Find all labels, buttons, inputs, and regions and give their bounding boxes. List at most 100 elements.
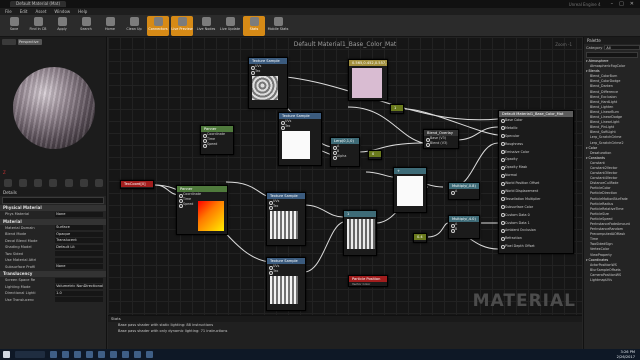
mail-icon[interactable] — [98, 351, 105, 358]
detail-value-field[interactable]: 1.0 — [55, 290, 103, 296]
pin-speed[interactable]: Speed — [201, 142, 233, 148]
result-pin[interactable]: Emissive Color — [499, 149, 573, 157]
taskbar-search-box[interactable] — [15, 351, 45, 358]
node-texture-sample-2[interactable]: Texture Sample UVs Tex — [278, 112, 322, 166]
menu-file[interactable]: File — [5, 9, 12, 14]
result-pin[interactable]: Roughness — [499, 141, 573, 149]
result-pin[interactable]: Tessellation Multiplier — [499, 196, 573, 204]
result-pin[interactable]: Opacity — [499, 156, 573, 164]
result-pin[interactable]: Opacity Mask — [499, 164, 573, 172]
pin-alpha[interactable]: Alpha — [331, 154, 359, 160]
node-multiply-1[interactable]: Multiply(,0.8) A — [448, 182, 480, 200]
detail-value-field[interactable]: Opaque — [55, 231, 103, 237]
node-lerp[interactable]: Lerp(0,1,0) A B Alpha — [330, 137, 360, 167]
detail-value-field[interactable] — [55, 251, 103, 257]
result-pin[interactable]: Subsurface Color — [499, 204, 573, 212]
toolbar-button-live-nodes[interactable]: Live Nodes — [195, 16, 217, 36]
detail-value-field[interactable] — [55, 257, 103, 263]
app-icon[interactable] — [146, 351, 153, 358]
result-pin[interactable]: Refraction — [499, 235, 573, 243]
toolbar-button-save[interactable]: Save — [3, 16, 25, 36]
node-multiply-2[interactable]: Multiply(,4.0) A B — [448, 215, 480, 239]
close-icon[interactable]: ✕ — [630, 1, 634, 7]
toolbar-button-live-preview[interactable]: Live Preview — [171, 15, 193, 36]
pin-tex[interactable]: Tex — [249, 69, 287, 75]
toolbar-button-home[interactable]: Home — [99, 16, 121, 36]
node-texture-sample-3[interactable]: Texture Sample UVs Tex — [266, 192, 306, 246]
node-panner-1[interactable]: Panner Coordinate Time Speed — [200, 125, 234, 155]
toolbar-button-find-in-cb[interactable]: Find in CB — [27, 16, 49, 36]
realtime-toggle-icon[interactable] — [95, 179, 104, 187]
menu-asset[interactable]: Asset — [35, 9, 46, 14]
detail-value-field[interactable]: Translucent — [55, 238, 103, 244]
store-icon[interactable] — [86, 351, 93, 358]
chrome-icon[interactable] — [110, 351, 117, 358]
maximize-icon[interactable]: □ — [619, 1, 624, 7]
cylinder-preview-icon[interactable] — [3, 179, 12, 187]
detail-value-field[interactable] — [55, 277, 103, 283]
pin-blend[interactable]: Blend (V3) — [424, 141, 458, 147]
category-dropdown[interactable]: All — [604, 45, 640, 50]
palette-item[interactable]: LightmapUVs — [584, 278, 640, 283]
result-pin[interactable]: Specular — [499, 133, 573, 141]
result-pin[interactable]: Ambient Occlusion — [499, 227, 573, 235]
toolbar-button-mobile-stats[interactable]: Mobile Stats — [267, 16, 289, 36]
pin-tex[interactable]: Tex — [267, 269, 305, 275]
node-lerp-2[interactable]: 1 — [343, 210, 377, 256]
editor-tab[interactable]: Default Material (Mat) — [10, 1, 66, 7]
pin-tex[interactable]: Tex — [279, 124, 321, 130]
task-view-icon[interactable] — [50, 351, 57, 358]
detail-value-field[interactable]: None — [55, 264, 103, 270]
result-pin[interactable]: Metallic — [499, 125, 573, 133]
result-pin[interactable]: Custom Data 1 — [499, 220, 573, 228]
node-constant-c[interactable]: 0.4 — [413, 233, 427, 243]
detail-value-field[interactable]: Surface — [55, 225, 103, 231]
pin-b[interactable]: B — [449, 227, 479, 233]
sphere-preview-icon[interactable] — [18, 179, 27, 187]
node-panner-2[interactable]: Panner Coordinate Time Speed — [176, 185, 228, 235]
node-material-result[interactable]: Default Material1_Base_Color_Mat Base Co… — [498, 110, 574, 254]
pin-tex[interactable]: Tex — [267, 204, 305, 210]
toolbar-button-clean-up[interactable]: Clean Up — [123, 16, 145, 36]
detail-value-field[interactable]: Volumetric NonDirectional — [55, 284, 103, 290]
preview-viewport[interactable]: Perspective Z — [0, 37, 107, 189]
node-blend-overlay[interactable]: Blend_Overlay Base (V3) Blend (V3) — [423, 129, 459, 149]
start-button-icon[interactable] — [3, 351, 10, 358]
menu-help[interactable]: Help — [78, 9, 87, 14]
palette-search-input[interactable] — [586, 52, 638, 58]
explorer-icon[interactable] — [74, 351, 81, 358]
unreal-icon[interactable] — [122, 351, 129, 358]
mesh-preview-icon[interactable] — [64, 179, 73, 187]
menu-edit[interactable]: Edit — [20, 9, 28, 14]
result-pin[interactable]: World Displacement — [499, 188, 573, 196]
taskbar-clock[interactable]: 3:26 PM 2/26/2017 — [617, 350, 635, 358]
pin-a[interactable]: A — [449, 189, 479, 195]
perspective-dropdown[interactable]: Perspective — [18, 39, 42, 45]
cube-preview-icon[interactable] — [49, 179, 58, 187]
phys-material-field[interactable]: None — [55, 211, 103, 217]
result-pin[interactable]: Base Color — [499, 117, 573, 125]
toolbar-button-search[interactable]: Search — [75, 16, 97, 36]
node-texcoord[interactable]: TexCoord[0] — [120, 180, 154, 189]
menu-window[interactable]: Window — [54, 9, 70, 14]
detail-value-field[interactable] — [55, 297, 103, 303]
result-pin[interactable]: World Position Offset — [499, 180, 573, 188]
node-particle-position[interactable]: Particle Position Vector Color — [348, 275, 388, 287]
node-constant3-color[interactable]: 0.565,0.452,0.557,1.0 — [348, 59, 388, 101]
node-constant-b[interactable]: 0 — [368, 150, 382, 160]
plane-preview-icon[interactable] — [34, 179, 43, 187]
details-search-input[interactable] — [2, 197, 104, 204]
toolbar-button-stats[interactable]: Stats — [243, 15, 265, 36]
result-pin[interactable]: Pixel Depth Offset — [499, 243, 573, 251]
toolbar-button-live-update[interactable]: Live Update — [219, 16, 241, 36]
toolbar-button-apply[interactable]: Apply — [51, 16, 73, 36]
node-texture-sample-4[interactable]: Texture Sample UVs Tex — [266, 257, 306, 311]
result-pin[interactable]: Normal — [499, 172, 573, 180]
node-constant-a[interactable]: 1 — [390, 104, 404, 114]
toolbar-button-connectors[interactable]: Connectors — [147, 15, 169, 36]
photoshop-icon[interactable] — [134, 351, 141, 358]
node-subtract[interactable]: + — [393, 167, 427, 213]
grid-toggle-icon[interactable] — [80, 179, 89, 187]
material-graph-canvas[interactable]: Default Material1_Base_Color_Mat Zoom -1… — [108, 37, 582, 315]
minimize-icon[interactable]: – — [611, 1, 614, 7]
